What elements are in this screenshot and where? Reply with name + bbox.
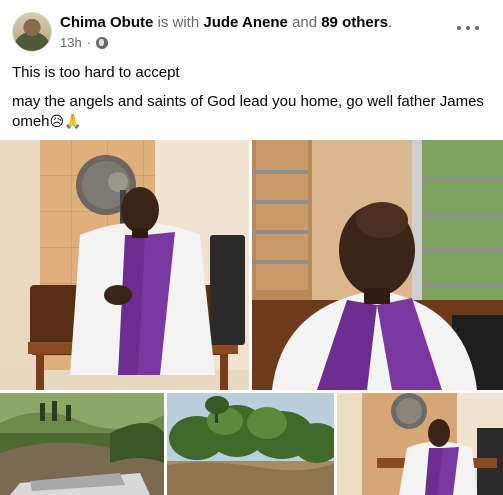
photo-accident-scene[interactable] (0, 393, 164, 495)
photo-priest-seated[interactable] (0, 140, 249, 390)
and-text: and (292, 14, 318, 31)
photo-accident-scene-image (0, 393, 164, 495)
post-meta: 13h · (60, 35, 109, 50)
photo-priest-seated-image (0, 140, 249, 390)
tagged-person[interactable]: Jude Anene (203, 14, 287, 31)
post-text-line2: may the angels and saints of God lead yo… (12, 92, 497, 132)
period-text: . (387, 14, 393, 31)
photo-grid (0, 140, 503, 495)
avatar[interactable] (12, 12, 52, 52)
photo-priest-seated-2-image (337, 393, 503, 495)
photo-flooded-river[interactable] (167, 393, 334, 495)
post-text-line1: This is too hard to accept (12, 64, 180, 81)
others-link[interactable]: 89 others (321, 14, 388, 31)
post-author-line: Chima Obute is with Jude Anene and 89 ot… (60, 13, 392, 33)
post-text-line2-body: may the angels and saints of God lead yo… (12, 93, 484, 130)
post-header: Chima Obute is with Jude Anene and 89 ot… (0, 0, 503, 58)
with-text: is with (157, 14, 200, 31)
dot-icon (457, 26, 461, 30)
author-name[interactable]: Chima Obute (60, 14, 153, 31)
globe-icon (96, 36, 109, 49)
timestamp[interactable]: 13h (60, 35, 82, 50)
dot-icon (466, 26, 470, 30)
meta-separator: · (86, 35, 92, 50)
photo-priest-closeup-image (252, 140, 503, 390)
more-options-icon[interactable] (457, 22, 479, 34)
sad-pray-emoji: 😥🙏 (49, 114, 82, 130)
photo-flooded-river-image (167, 393, 334, 495)
dot-icon (475, 26, 479, 30)
photo-priest-closeup[interactable] (252, 140, 503, 390)
photo-priest-seated-2[interactable] (337, 393, 503, 495)
